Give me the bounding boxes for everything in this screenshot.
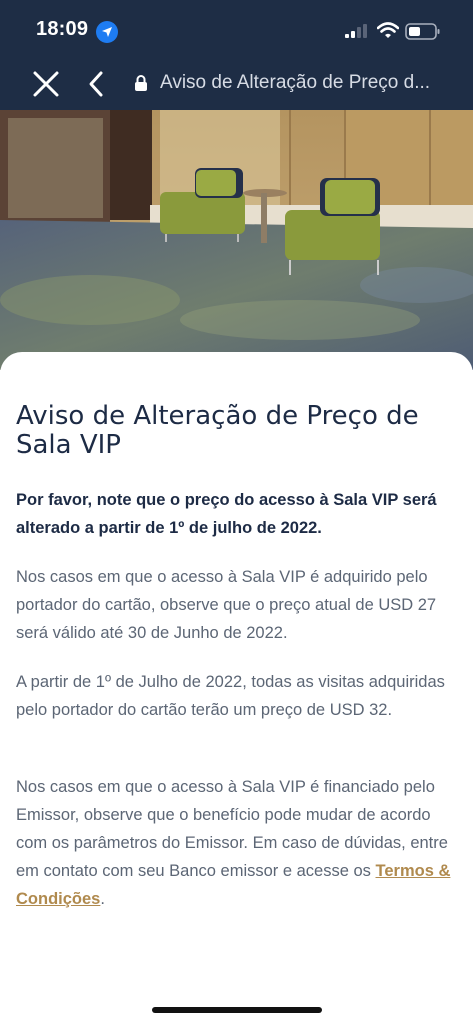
paragraph-current-price: Nos casos em que o acesso à Sala VIP é a… [16,568,437,642]
status-time: 18:09 [36,18,89,40]
page-title: Aviso de Alteração de Preço de Sala VIP [16,401,419,460]
paragraph-new-price: A partir de 1º de Julho de 2022, todas a… [16,673,445,719]
wifi-icon [377,22,399,38]
paragraph-issuer-funded: Nos casos em que o acesso à Sala VIP é f… [16,773,462,913]
browser-nav-bar: Aviso de Alteração de Preço d... [0,60,473,110]
cellular-signal-icon [345,24,367,38]
lock-icon [135,75,147,91]
status-bar: 18:09 [0,0,473,60]
chevron-left-icon[interactable] [86,70,106,98]
paragraph-end: . [100,890,105,908]
lounge-hero-image [0,110,473,370]
battery-icon [405,23,440,40]
page-url-title: Aviso de Alteração de Preço d... [160,72,431,93]
intro-notice: Por favor, note que o preço do acesso à … [16,491,437,537]
close-icon[interactable] [32,70,60,98]
content-card: Aviso de Alteração de Preço de Sala VIP … [0,352,473,1024]
location-arrow-icon [96,21,118,43]
home-indicator[interactable] [152,1007,322,1013]
